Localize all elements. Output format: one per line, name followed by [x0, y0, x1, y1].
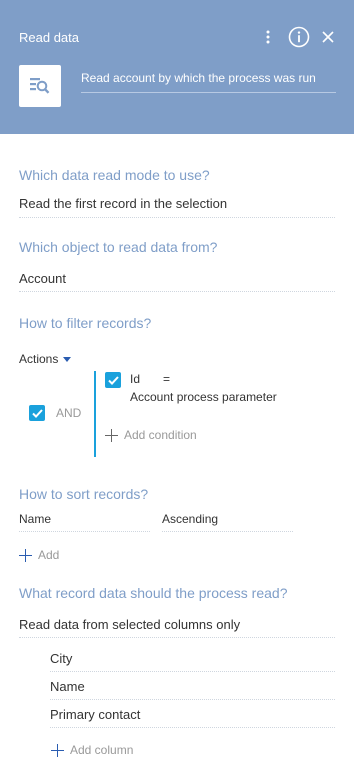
plus-icon: [105, 428, 118, 442]
group-checkbox[interactable]: [29, 405, 45, 421]
column-underline: [50, 699, 335, 700]
add-sort-button[interactable]: Add: [19, 548, 59, 562]
panel-title: Read data: [19, 30, 79, 45]
read-data-icon: [30, 78, 50, 94]
task-caption-field[interactable]: Read account by which the process was ru…: [81, 69, 336, 93]
read-mode-question: Which data read mode to use?: [19, 167, 210, 183]
condition-operator[interactable]: =: [163, 372, 170, 386]
more-options-button[interactable]: [259, 25, 277, 49]
info-icon: [288, 26, 310, 48]
object-value[interactable]: Account: [19, 271, 66, 286]
read-data-icon-container: [19, 65, 61, 107]
read-mode-underline: [19, 217, 335, 218]
sort-column[interactable]: Name: [19, 512, 51, 526]
column-item[interactable]: Primary contact: [50, 707, 140, 722]
sort-column-underline: [19, 531, 150, 532]
add-sort-label: Add: [38, 548, 60, 562]
close-button[interactable]: [318, 25, 338, 49]
read-columns-question: What record data should the process read…: [19, 585, 288, 601]
add-condition-label: Add condition: [124, 428, 197, 442]
checkmark-icon: [107, 375, 119, 385]
group-operator[interactable]: AND: [56, 406, 81, 420]
chevron-down-icon: [63, 357, 72, 362]
object-question: Which object to read data from?: [19, 239, 218, 255]
condition-value[interactable]: Account process parameter: [130, 390, 277, 404]
sort-direction[interactable]: Ascending: [162, 512, 218, 526]
add-column-button[interactable]: Add column: [51, 743, 133, 757]
column-item[interactable]: Name: [50, 679, 85, 694]
object-underline: [19, 291, 335, 292]
panel-header: Read data Read account by which the proc…: [0, 0, 354, 134]
condition-checkbox[interactable]: [105, 372, 121, 388]
filter-actions-menu[interactable]: Actions: [19, 352, 72, 366]
column-underline: [50, 671, 335, 672]
column-item[interactable]: City: [50, 651, 72, 666]
sort-question: How to sort records?: [19, 486, 149, 502]
filter-group-bar: [94, 371, 96, 457]
column-underline: [50, 727, 335, 728]
add-condition-button[interactable]: Add condition: [105, 428, 197, 442]
filter-question: How to filter records?: [19, 315, 152, 331]
sort-direction-underline: [162, 531, 293, 532]
more-vertical-icon: [266, 30, 270, 44]
actions-label: Actions: [19, 352, 59, 366]
plus-icon: [19, 548, 32, 562]
checkmark-icon: [31, 408, 43, 418]
read-columns-underline: [19, 637, 335, 638]
condition-column[interactable]: Id: [130, 372, 140, 386]
info-button[interactable]: [287, 25, 311, 49]
read-mode-value[interactable]: Read the first record in the selection: [19, 196, 227, 211]
read-columns-mode[interactable]: Read data from selected columns only: [19, 617, 240, 632]
close-icon: [322, 31, 334, 43]
add-column-label: Add column: [70, 743, 134, 757]
plus-icon: [51, 743, 64, 757]
